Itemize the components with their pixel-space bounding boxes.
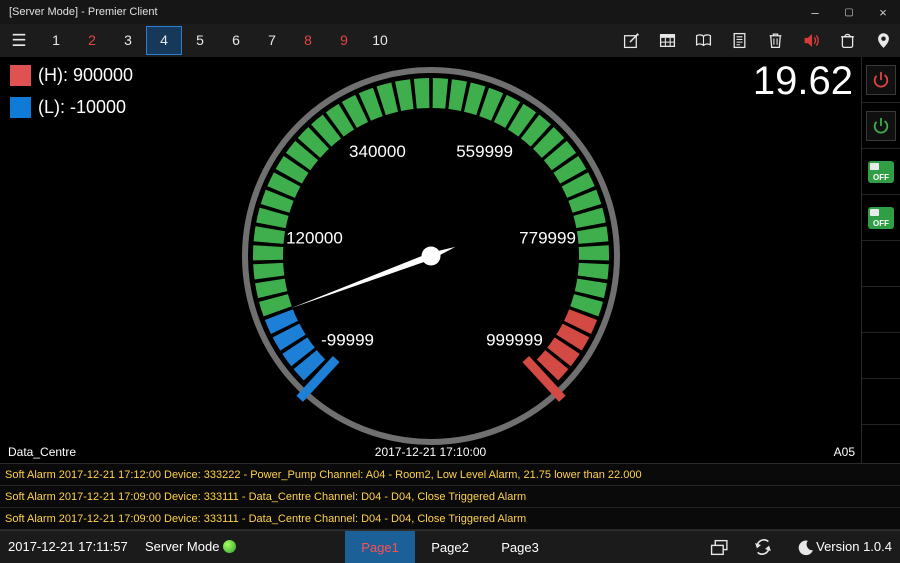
hamburger-menu-icon[interactable]: ☰ xyxy=(0,31,38,51)
sidebar-cell-empty xyxy=(862,333,900,379)
toolbar: ☰ 1 2 3 4 5 6 7 8 9 10 xyxy=(0,24,900,57)
sidebar-cell-4: OFF xyxy=(862,195,900,241)
channel-label: A05 xyxy=(834,445,855,459)
title-bar: [Server Mode] - Premier Client – ▢ × xyxy=(0,0,900,24)
report-button[interactable] xyxy=(731,32,748,49)
night-mode-button[interactable] xyxy=(796,538,815,557)
tab-4[interactable]: 4 xyxy=(146,26,182,55)
page-tab-2[interactable]: Page2 xyxy=(415,531,485,563)
sync-button[interactable] xyxy=(753,538,772,557)
toggle-off-2-label: OFF xyxy=(868,219,894,228)
table-icon xyxy=(659,32,676,49)
legend-high-row: (H): 900000 xyxy=(10,65,133,86)
sidebar-cell-2 xyxy=(862,103,900,149)
layout-button[interactable] xyxy=(710,538,729,557)
svg-text:340000: 340000 xyxy=(349,142,406,161)
reading-timestamp-label: 2017-12-21 17:10:00 xyxy=(0,445,861,459)
table-button[interactable] xyxy=(659,32,676,49)
main-panel: (H): 900000 (L): -10000 19.62 -99999 1200… xyxy=(0,57,861,463)
svg-text:-99999: -99999 xyxy=(321,330,374,349)
toggle-off-1[interactable]: OFF xyxy=(868,161,894,183)
app-window: [Server Mode] - Premier Client – ▢ × ☰ 1… xyxy=(0,0,900,563)
svg-text:559999: 559999 xyxy=(456,142,513,161)
gauge-svg: -99999 120000 340000 559999 779999 999999 xyxy=(231,60,631,460)
toggle-knob-icon xyxy=(870,209,879,216)
tab-3[interactable]: 3 xyxy=(110,26,146,55)
alarm-legend: (H): 900000 (L): -10000 xyxy=(10,65,133,129)
alarm-row[interactable]: Soft Alarm 2017-12-21 17:12:00 Device: 3… xyxy=(0,464,900,486)
tab-10[interactable]: 10 xyxy=(362,26,398,55)
toggle-off-2[interactable]: OFF xyxy=(868,207,894,229)
tab-2[interactable]: 2 xyxy=(74,26,110,55)
svg-text:120000: 120000 xyxy=(286,229,343,248)
moon-icon xyxy=(797,539,814,556)
trash-icon xyxy=(767,32,784,49)
alarm-row[interactable]: Soft Alarm 2017-12-21 17:09:00 Device: 3… xyxy=(0,486,900,508)
toggle-knob-icon xyxy=(870,163,879,170)
tab-7[interactable]: 7 xyxy=(254,26,290,55)
toggle-off-1-label: OFF xyxy=(868,173,894,182)
gauge-footer: Data_Centre 2017-12-21 17:10:00 A05 xyxy=(0,445,861,460)
page-tab-1[interactable]: Page1 xyxy=(345,531,415,563)
speaker-button[interactable] xyxy=(803,32,820,49)
toolbar-icon-group xyxy=(623,24,892,57)
report-icon xyxy=(731,32,748,49)
server-mode-label: Server Mode xyxy=(145,539,219,554)
tab-8[interactable]: 8 xyxy=(290,26,326,55)
connection-status-dot xyxy=(223,540,236,553)
sidebar-cell-empty xyxy=(862,287,900,333)
archive-icon xyxy=(839,32,856,49)
power-red-button[interactable] xyxy=(866,65,896,95)
trash-button[interactable] xyxy=(767,32,784,49)
svg-text:999999: 999999 xyxy=(486,330,543,349)
page-tabs: Page1 Page2 Page3 xyxy=(345,531,555,563)
sidebar-cell-empty xyxy=(862,241,900,287)
legend-low-row: (L): -10000 xyxy=(10,97,133,118)
clock-label: 2017-12-21 17:11:57 xyxy=(8,539,128,554)
book-icon xyxy=(695,32,712,49)
low-alarm-label: (L): -10000 xyxy=(38,97,126,118)
sidebar-cell-empty xyxy=(862,379,900,425)
archive-button[interactable] xyxy=(839,32,856,49)
current-value-display: 19.62 xyxy=(753,59,853,104)
edit-icon xyxy=(623,32,640,49)
alarm-list: Soft Alarm 2017-12-21 17:12:00 Device: 3… xyxy=(0,463,900,530)
speaker-icon xyxy=(803,32,820,49)
maximize-button[interactable]: ▢ xyxy=(832,0,866,24)
sidebar-cell-1 xyxy=(862,57,900,103)
location-icon xyxy=(875,32,892,49)
status-bar-icons xyxy=(710,531,815,563)
sidebar-cell-3: OFF xyxy=(862,149,900,195)
alarm-row[interactable]: Soft Alarm 2017-12-21 17:09:00 Device: 3… xyxy=(0,508,900,530)
minimize-button[interactable]: – xyxy=(798,0,832,24)
version-label: Version 1.0.4 xyxy=(816,539,892,554)
status-bar: 2017-12-21 17:11:57 Server Mode Page1 Pa… xyxy=(0,530,900,563)
power-on-icon xyxy=(872,117,890,135)
location-button[interactable] xyxy=(875,32,892,49)
low-alarm-swatch xyxy=(10,97,31,118)
gauge-chart: -99999 120000 340000 559999 779999 999999 xyxy=(231,60,631,460)
power-green-button[interactable] xyxy=(866,111,896,141)
close-button[interactable]: × xyxy=(866,0,900,24)
window-controls: – ▢ × xyxy=(798,0,900,24)
high-alarm-swatch xyxy=(10,65,31,86)
page-tab-3[interactable]: Page3 xyxy=(485,531,555,563)
svg-text:779999: 779999 xyxy=(519,229,576,248)
book-button[interactable] xyxy=(695,32,712,49)
window-title: [Server Mode] - Premier Client xyxy=(0,6,158,18)
tab-1[interactable]: 1 xyxy=(38,26,74,55)
cascade-windows-icon xyxy=(710,539,729,556)
sync-icon xyxy=(754,538,772,556)
power-off-icon xyxy=(872,71,890,89)
tab-9[interactable]: 9 xyxy=(326,26,362,55)
control-sidebar: OFF OFF xyxy=(861,57,900,463)
tab-5[interactable]: 5 xyxy=(182,26,218,55)
high-alarm-label: (H): 900000 xyxy=(38,65,133,86)
tab-6[interactable]: 6 xyxy=(218,26,254,55)
edit-button[interactable] xyxy=(623,32,640,49)
